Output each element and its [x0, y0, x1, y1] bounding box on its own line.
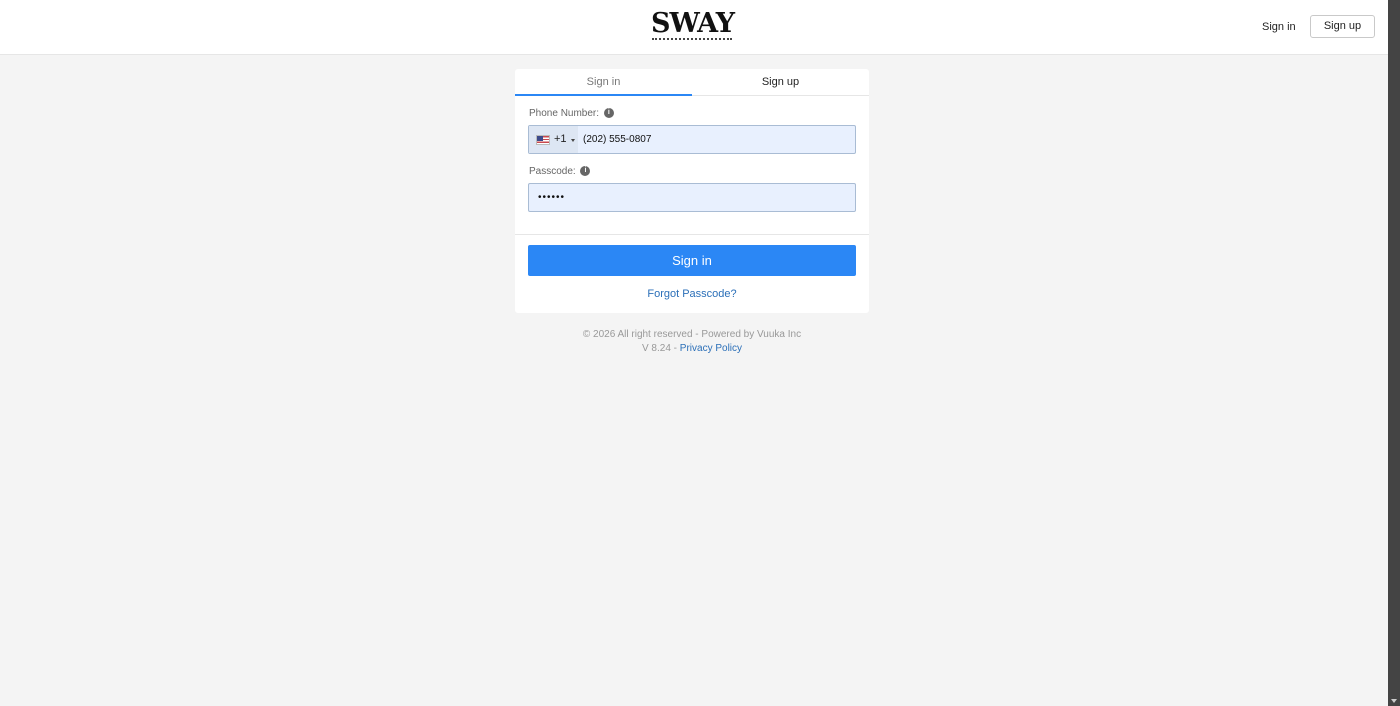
info-icon[interactable]: i — [580, 166, 591, 177]
phone-number-label: Phone Number: i — [529, 107, 614, 121]
card-divider — [515, 234, 869, 235]
footer-version: V 8.24 - — [641, 343, 680, 354]
header-signup-button[interactable]: Sign up — [1310, 15, 1375, 38]
phone-number-label-text: Phone Number: — [529, 108, 600, 119]
logo-wordmark: SWAY — [651, 8, 735, 39]
tab-signup[interactable]: Sign up — [692, 69, 869, 96]
auth-card: Sign in Sign up Phone Number: i +1 Passc… — [515, 69, 869, 313]
info-icon[interactable]: i — [603, 108, 614, 119]
us-flag-icon — [536, 135, 550, 145]
passcode-label: Passcode: i — [529, 165, 591, 179]
chevron-down-icon — [571, 139, 575, 142]
passcode-input[interactable] — [538, 184, 848, 211]
sway-logo[interactable]: SWAY — [651, 8, 735, 42]
tab-signin[interactable]: Sign in — [515, 69, 692, 96]
forgot-passcode-link[interactable]: Forgot Passcode? — [515, 287, 869, 301]
phone-field: +1 — [528, 125, 856, 154]
header-signin-link[interactable]: Sign in — [1262, 17, 1296, 37]
country-code-selector[interactable]: +1 — [529, 126, 578, 153]
phone-number-input[interactable] — [583, 126, 853, 153]
auth-tabs: Sign in Sign up — [515, 69, 869, 96]
vertical-scrollbar[interactable] — [1388, 0, 1400, 706]
country-dial-code: +1 — [554, 133, 567, 145]
signin-submit-button[interactable]: Sign in — [528, 245, 856, 276]
passcode-field — [528, 183, 856, 212]
scroll-down-arrow-icon[interactable] — [1391, 699, 1397, 703]
top-navbar: SWAY Sign in Sign up — [0, 0, 1388, 55]
footer-version-line: V 8.24 - Privacy Policy — [515, 342, 869, 355]
privacy-policy-link[interactable]: Privacy Policy — [680, 343, 742, 354]
passcode-label-text: Passcode: — [529, 166, 576, 177]
footer-copyright: © 2026 All right reserved - Powered by V… — [582, 329, 802, 340]
